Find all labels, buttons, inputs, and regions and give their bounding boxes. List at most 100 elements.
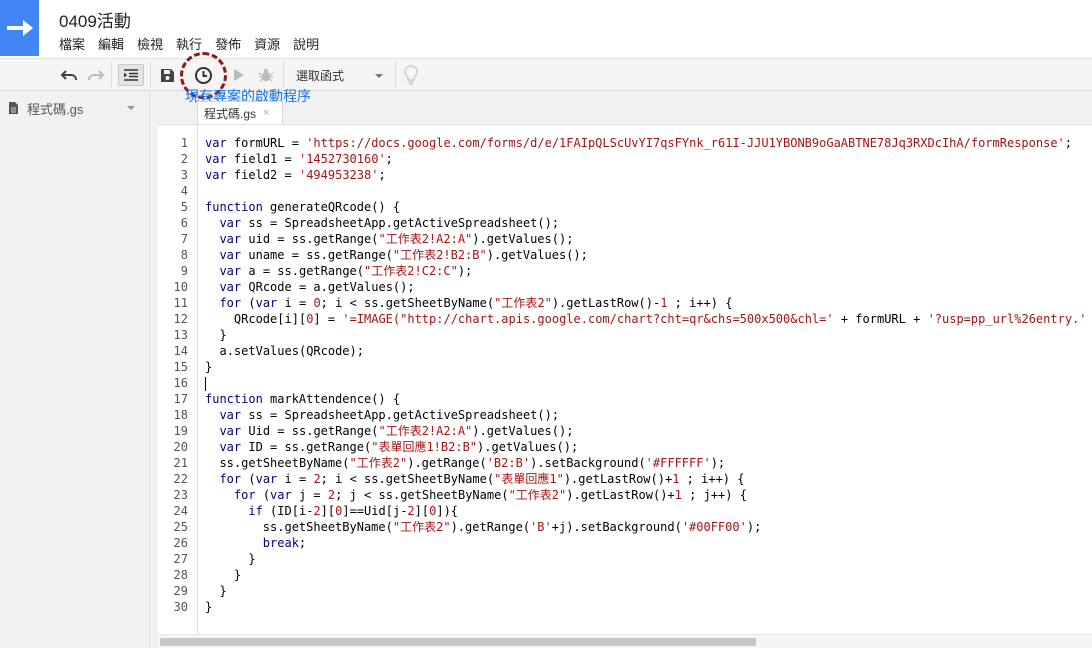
menu-bar: 檔案 編輯 檢視 執行 發佈 資源 說明 <box>59 34 332 53</box>
code-line[interactable]: } <box>205 551 1092 567</box>
horizontal-scrollbar[interactable] <box>158 634 1092 648</box>
app-header: 0409活動 檔案 編輯 檢視 執行 發佈 資源 說明 <box>0 0 1092 58</box>
line-number: 4 <box>180 184 188 198</box>
menu-publish[interactable]: 發佈 <box>215 34 241 53</box>
save-icon <box>160 68 174 82</box>
code-line[interactable]: } <box>205 599 1092 615</box>
code-content[interactable]: var formURL = 'https://docs.google.com/f… <box>205 135 1092 615</box>
chevron-down-icon <box>375 74 383 78</box>
bug-icon <box>258 68 274 82</box>
line-number: 28 <box>173 568 188 582</box>
code-line[interactable]: ss.getSheetByName("工作表2").getRange('B'+j… <box>205 519 1092 535</box>
line-number: 26 <box>173 536 188 550</box>
debug-button[interactable] <box>255 64 277 86</box>
code-line[interactable]: var ss = SpreadsheetApp.getActiveSpreads… <box>205 215 1092 231</box>
line-number: 16 <box>173 376 188 390</box>
line-number: 11 <box>173 296 188 310</box>
code-line[interactable]: var formURL = 'https://docs.google.com/f… <box>205 135 1092 151</box>
line-number: 15 <box>173 360 188 374</box>
code-line[interactable]: function markAttendence() { <box>205 391 1092 407</box>
code-line[interactable]: for (var j = 2; j < ss.getSheetByName("工… <box>205 487 1092 503</box>
line-number: 23 <box>173 488 188 502</box>
menu-view[interactable]: 檢視 <box>137 34 163 53</box>
close-icon[interactable]: × <box>263 107 269 119</box>
line-number: 22 <box>173 472 188 486</box>
run-button[interactable] <box>228 64 250 86</box>
line-number: 10 <box>173 280 188 294</box>
menu-resources[interactable]: 資源 <box>254 34 280 53</box>
line-number: 9 <box>180 264 188 278</box>
code-line[interactable]: var field2 = '494953238'; <box>205 167 1092 183</box>
indent-icon <box>124 69 138 81</box>
play-icon <box>234 69 244 81</box>
chevron-down-icon[interactable] <box>127 106 135 110</box>
redo-icon <box>88 70 105 81</box>
code-line[interactable] <box>205 375 1092 391</box>
redo-button[interactable] <box>85 64 107 86</box>
save-button[interactable] <box>156 64 178 86</box>
code-line[interactable]: for (var i = 0; i < ss.getSheetByName("工… <box>205 295 1092 311</box>
line-number: 24 <box>173 504 188 518</box>
line-number: 20 <box>173 440 188 454</box>
file-label: 程式碼.gs <box>27 101 84 117</box>
line-number: 14 <box>173 344 188 358</box>
code-line[interactable]: } <box>205 359 1092 375</box>
file-icon <box>9 102 18 114</box>
line-number: 18 <box>173 408 188 422</box>
function-select-label: 選取函式 <box>296 69 345 83</box>
code-line[interactable]: QRcode[i][0] = '=IMAGE("http://chart.api… <box>205 311 1092 327</box>
toolbar-divider <box>395 63 396 88</box>
code-line[interactable]: var a = ss.getRange("工作表2!C2:C"); <box>205 263 1092 279</box>
apps-script-logo[interactable] <box>0 0 39 56</box>
line-number: 27 <box>173 552 188 566</box>
line-number: 8 <box>180 248 188 262</box>
code-line[interactable]: var QRcode = a.getValues(); <box>205 279 1092 295</box>
tab-code-gs[interactable]: 程式碼.gs × <box>197 101 283 124</box>
code-line[interactable]: var uid = ss.getRange("工作表2!A2:A").getVa… <box>205 231 1092 247</box>
tab-label: 程式碼.gs <box>204 106 257 121</box>
scrollbar-thumb[interactable] <box>160 638 756 646</box>
file-item[interactable]: 程式碼.gs <box>0 92 150 124</box>
code-line[interactable]: var uname = ss.getRange("工作表2!B2:B").get… <box>205 247 1092 263</box>
project-title[interactable]: 0409活動 <box>59 7 131 32</box>
code-line[interactable] <box>205 183 1092 199</box>
line-number: 25 <box>173 520 188 534</box>
code-line[interactable]: if (ID[i-2][0]==Uid[j-2][0]){ <box>205 503 1092 519</box>
code-line[interactable]: var Uid = ss.getRange("工作表2!A2:A").getVa… <box>205 423 1092 439</box>
menu-edit[interactable]: 編輯 <box>98 34 124 53</box>
file-panel: 程式碼.gs <box>0 92 150 648</box>
indent-toggle-button[interactable] <box>118 64 144 86</box>
code-line[interactable]: var ss = SpreadsheetApp.getActiveSpreads… <box>205 407 1092 423</box>
code-line[interactable]: for (var i = 2; i < ss.getSheetByName("表… <box>205 471 1092 487</box>
text-cursor <box>205 376 206 391</box>
menu-file[interactable]: 檔案 <box>59 34 85 53</box>
menu-run[interactable]: 執行 <box>176 34 202 53</box>
line-number: 2 <box>180 152 188 166</box>
arrow-right-icon <box>6 20 33 36</box>
code-line[interactable]: ss.getSheetByName("工作表2").getRange('B2:B… <box>205 455 1092 471</box>
code-line[interactable]: } <box>205 567 1092 583</box>
line-number: 30 <box>173 600 188 614</box>
code-editor[interactable]: 1 2 3 4 5 6 7 8 9 10 11 12 13 14 15 16 17 18 19 20 21 22 23 24 2… <box>158 124 1092 635</box>
code-line[interactable]: var ID = ss.getRange("表單回應1!B2:B").getVa… <box>205 439 1092 455</box>
toolbar: 選取函式 <box>0 58 1092 91</box>
code-line[interactable]: var field1 = '1452730160'; <box>205 151 1092 167</box>
line-number: 7 <box>180 232 188 246</box>
menu-help[interactable]: 說明 <box>293 34 319 53</box>
code-line[interactable]: break; <box>205 535 1092 551</box>
bulb-button[interactable] <box>400 64 422 86</box>
line-number: 5 <box>180 200 188 214</box>
toolbar-divider <box>150 63 151 88</box>
code-line[interactable]: } <box>205 327 1092 343</box>
lightbulb-icon <box>404 65 418 85</box>
line-number: 6 <box>180 216 188 230</box>
function-select[interactable]: 選取函式 <box>287 63 391 88</box>
code-line[interactable]: } <box>205 583 1092 599</box>
line-number: 21 <box>173 456 188 470</box>
line-number: 17 <box>173 392 188 406</box>
line-number: 13 <box>173 328 188 342</box>
code-line[interactable]: a.setValues(QRcode); <box>205 343 1092 359</box>
code-line[interactable]: function generateQRcode() { <box>205 199 1092 215</box>
undo-button[interactable] <box>58 64 80 86</box>
line-number: 29 <box>173 584 188 598</box>
